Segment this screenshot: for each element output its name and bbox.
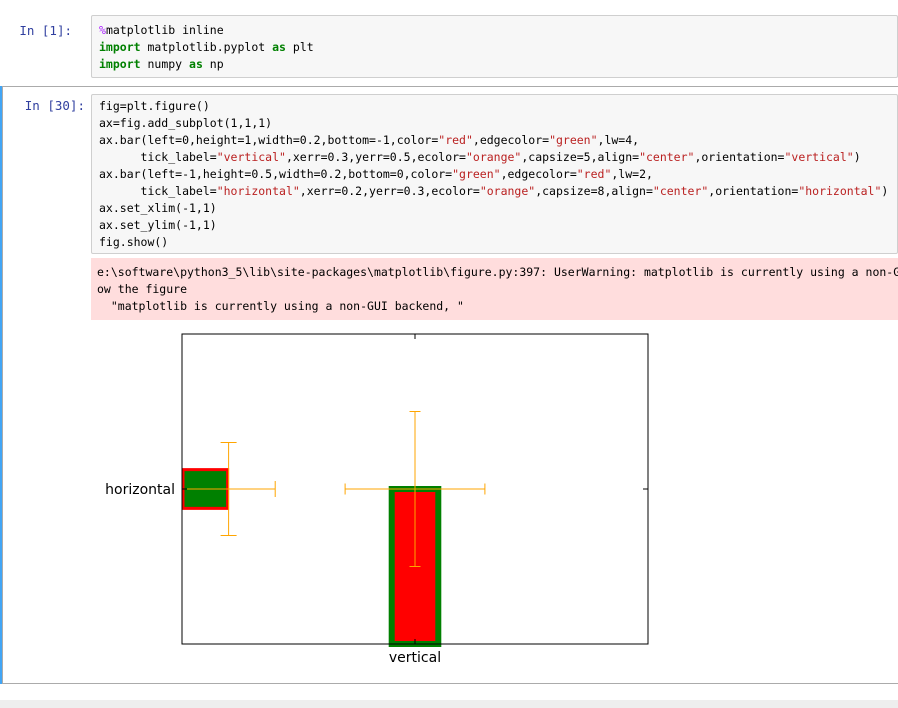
stderr-line: e:\software\python3_5\lib\site-packages\… <box>97 265 898 279</box>
code-line: fig=plt.figure() <box>99 99 210 113</box>
notebook: In [1]: %matplotlib inline import matplot… <box>0 0 898 708</box>
code-line: ax=fig.add_subplot(1,1,1) <box>99 116 273 130</box>
y-tick-label: horizontal <box>105 482 175 498</box>
code-line: fig.show() <box>99 235 169 249</box>
code-line: tick_label="horizontal",xerr=0.2,yerr=0.… <box>99 184 889 198</box>
code-line: ax.bar(left=-1,height=0.5,width=0.2,bott… <box>99 167 653 181</box>
stderr-line: ow the figure <box>97 282 188 296</box>
code-line: ax.set_ylim(-1,1) <box>99 218 217 232</box>
code-line: ax.set_xlim(-1,1) <box>99 201 217 215</box>
bar-chart: vertical horizontal <box>105 333 649 666</box>
input-prompt: In [1]: <box>19 23 72 38</box>
plot-output: vertical horizontal <box>90 325 690 675</box>
bottom-scrollbar-area <box>0 700 898 708</box>
code-editor[interactable]: fig=plt.figure() ax=fig.add_subplot(1,1,1… <box>91 94 898 254</box>
code-line: ax.bar(left=0,height=1,width=0.2,bottom=… <box>99 133 640 147</box>
stderr-output: e:\software\python3_5\lib\site-packages\… <box>91 258 898 320</box>
stderr-line: "matplotlib is currently using a non-GUI… <box>97 299 464 313</box>
code-line: %matplotlib inline <box>99 23 224 37</box>
input-prompt: In [30]: <box>24 98 85 113</box>
code-cell-1[interactable]: In [1]: %matplotlib inline import matplot… <box>0 12 898 82</box>
code-line: import numpy as np <box>99 57 224 71</box>
code-editor[interactable]: %matplotlib inline import matplotlib.pypl… <box>91 15 898 78</box>
code-line: tick_label="vertical",xerr=0.3,yerr=0.5,… <box>99 150 861 164</box>
code-line: import matplotlib.pyplot as plt <box>99 40 314 54</box>
x-tick-label: vertical <box>389 650 441 666</box>
